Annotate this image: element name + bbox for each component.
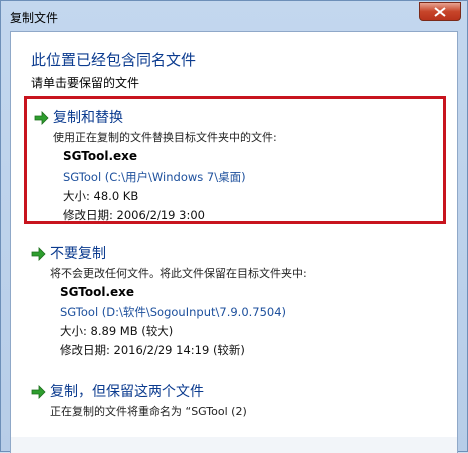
file-size: 大小: 8.89 MB (较大) [60, 324, 174, 338]
close-button[interactable] [419, 2, 461, 21]
dialog-content: 此位置已经包含同名文件 请单击要保留的文件 复制和替换 使用正在复制的文件替换目… [10, 31, 458, 453]
file-name: SGTool.exe [60, 285, 135, 299]
option-description: 将不会更改任何文件。将此文件保留在目标文件夹中: [50, 267, 307, 280]
option-description: 使用正在复制的文件替换目标文件夹中的文件: [53, 131, 277, 144]
title-bar[interactable]: 复制文件 [1, 1, 467, 31]
file-modified-date: 修改日期: 2006/2/19 3:00 [63, 208, 205, 222]
option-title: 复制，但保留这两个文件 [50, 384, 204, 400]
file-size: 大小: 48.0 KB [63, 189, 139, 203]
dialog-heading: 此位置已经包含同名文件 [31, 51, 197, 69]
option-description: 正在复制的文件将重命名为 “SGTool (2) [50, 405, 247, 418]
file-path: SGTool (C:\用户\Windows 7\桌面) [63, 170, 246, 184]
copy-file-dialog: 复制文件 此位置已经包含同名文件 请单击要保留的文件 复制和替换 使用正在复制的… [0, 0, 468, 453]
option-copy-and-replace[interactable]: 复制和替换 使用正在复制的文件替换目标文件夹中的文件: SGTool.exe S… [24, 96, 446, 224]
option-dont-copy[interactable]: 不要复制 将不会更改任何文件。将此文件保留在目标文件夹中: SGTool.exe… [24, 238, 446, 362]
file-modified-date: 修改日期: 2016/2/29 14:19 (较新) [60, 343, 245, 357]
window-title: 复制文件 [10, 11, 59, 25]
option-title: 不要复制 [50, 246, 106, 262]
option-title: 复制和替换 [53, 110, 123, 126]
option-copy-keep-both[interactable]: 复制，但保留这两个文件 正在复制的文件将重命名为 “SGTool (2) [24, 376, 446, 424]
dialog-subheading: 请单击要保留的文件 [31, 76, 140, 90]
close-icon [434, 6, 446, 17]
bottom-strip [11, 437, 457, 453]
file-name: SGTool.exe [63, 149, 138, 163]
file-path: SGTool (D:\软件\SogouInput\7.9.0.7504) [60, 305, 287, 319]
green-arrow-icon [31, 385, 46, 399]
green-arrow-icon [31, 247, 46, 261]
green-arrow-icon [34, 111, 49, 125]
